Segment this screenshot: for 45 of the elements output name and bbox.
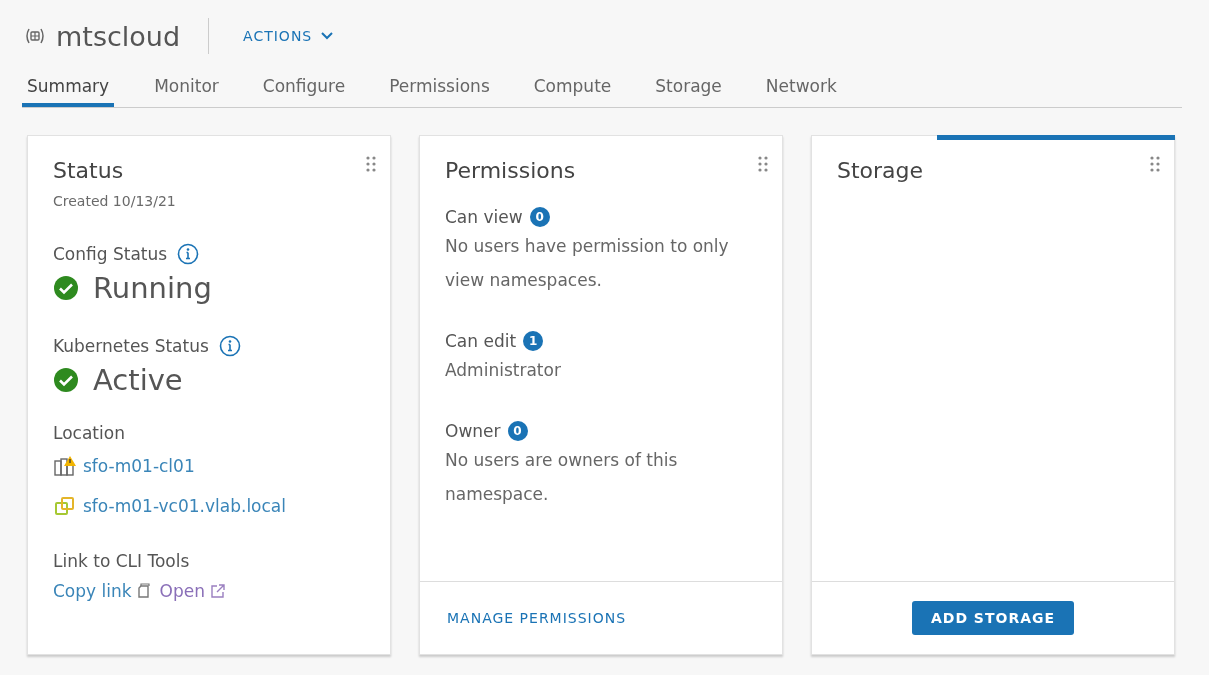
- card-title: Permissions: [445, 158, 576, 183]
- add-storage-button[interactable]: ADD STORAGE: [911, 601, 1075, 635]
- actions-button[interactable]: ACTIONS: [243, 28, 335, 44]
- tab[interactable]: Compute: [533, 70, 612, 107]
- status-label: Kubernetes Status: [53, 336, 209, 356]
- count-badge: 0: [507, 421, 528, 441]
- status-label: Config Status: [53, 244, 168, 264]
- tab[interactable]: Configure: [262, 70, 346, 107]
- info-icon: [177, 243, 200, 265]
- created-date: Created 10/13/21: [53, 193, 177, 209]
- permission-label: Can view: [445, 207, 523, 227]
- permission-text: No users have permission to only view namespaces.: [445, 235, 730, 292]
- tab[interactable]: Storage: [655, 70, 722, 107]
- permission-label: Can edit: [445, 331, 517, 351]
- status-value: Running: [93, 271, 212, 305]
- drag-handle-icon: [758, 156, 768, 172]
- drag-handle-icon: [366, 156, 376, 172]
- info-icon: [218, 335, 241, 357]
- permission-text: No users are owners of this namespace.: [445, 449, 679, 506]
- namespace-icon: [24, 27, 46, 45]
- external-link-icon: [210, 583, 226, 599]
- drag-handle-icon: [1150, 156, 1160, 172]
- permission-text: Administrator: [445, 359, 562, 382]
- cluster-warning-icon: [53, 455, 77, 477]
- card-title: Status: [53, 158, 124, 183]
- permission-label: Owner: [445, 421, 501, 441]
- count-badge: 1: [523, 331, 544, 351]
- copy-icon: [136, 583, 151, 599]
- card-title: Storage: [837, 158, 924, 183]
- copy-link[interactable]: Copy link: [53, 581, 132, 601]
- count-badge: 0: [529, 207, 550, 227]
- tab[interactable]: Summary: [22, 70, 115, 107]
- status-value: Active: [93, 363, 183, 397]
- manage-permissions-link[interactable]: MANAGE PERMISSIONS: [447, 610, 627, 626]
- tab[interactable]: Permissions: [389, 70, 490, 107]
- open-link[interactable]: Open: [159, 581, 205, 601]
- tab[interactable]: Network: [765, 70, 837, 107]
- location-link[interactable]: sfo-m01-vc01.vlab.local: [83, 496, 286, 516]
- chevron-down-icon: [320, 31, 335, 41]
- location-link[interactable]: sfo-m01-cl01: [83, 456, 195, 476]
- vcenter-icon: [53, 495, 77, 517]
- tab[interactable]: Monitor: [154, 70, 219, 107]
- page-title: mtscloud: [56, 20, 181, 52]
- section-label: Location: [53, 423, 126, 443]
- section-label: Link to CLI Tools: [53, 551, 191, 571]
